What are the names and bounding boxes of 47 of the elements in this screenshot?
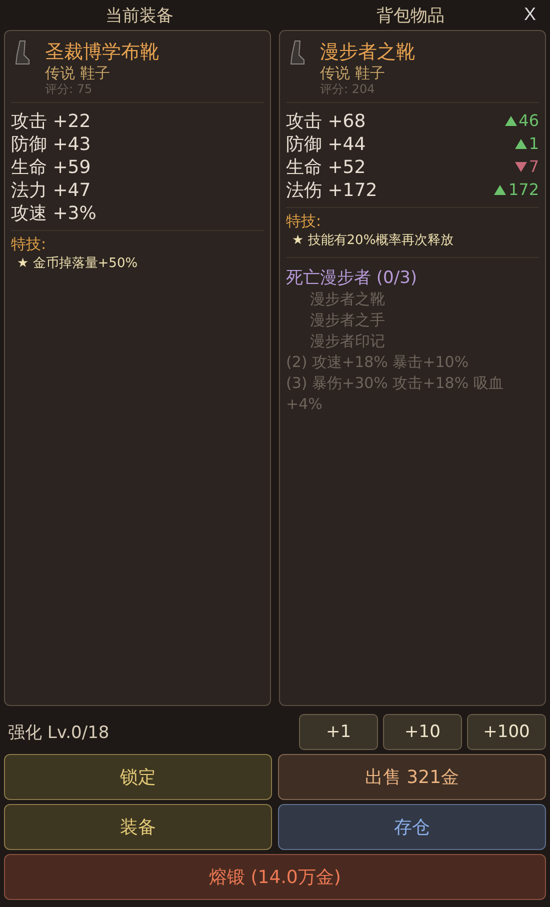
set-title: 死亡漫步者 (0/3) bbox=[286, 267, 418, 289]
stat-text: 攻击 +68 bbox=[286, 110, 366, 132]
panel-title: 背包物品 bbox=[376, 4, 444, 26]
skill-text: ★ 金币掉落量+50% bbox=[16, 255, 139, 272]
set-bonus: (2) 攻速+18% 暴击+10% bbox=[286, 352, 470, 373]
stat-text: 生命 +59 bbox=[11, 156, 91, 178]
stat-diff: 1 bbox=[514, 134, 539, 153]
down-triangle-icon bbox=[514, 162, 527, 172]
action-button[interactable]: 存仓 bbox=[278, 804, 546, 850]
stat-diff: 172 bbox=[494, 180, 539, 199]
skill-title: 特技: bbox=[11, 235, 48, 254]
action-button[interactable]: 装备 bbox=[4, 804, 272, 850]
boot-icon bbox=[13, 39, 31, 67]
stat-text: 攻速 +3% bbox=[11, 202, 96, 224]
skill-title: 特技: bbox=[286, 212, 322, 231]
enhance-level: 强化 Lv.0/18 bbox=[7, 722, 110, 744]
item-name: 圣裁博学布靴 bbox=[45, 40, 159, 65]
stat-text: 生命 +52 bbox=[286, 156, 366, 178]
boot-icon bbox=[288, 39, 306, 67]
up-triangle-icon bbox=[494, 184, 506, 194]
action-button[interactable]: 锁定 bbox=[4, 754, 272, 800]
item-name: 漫步者之靴 bbox=[320, 40, 415, 65]
skill-text: ★ 技能有20%概率再次释放 bbox=[291, 232, 455, 249]
enhance-step-button[interactable]: +1 bbox=[299, 714, 378, 750]
close-button[interactable]: X bbox=[520, 2, 540, 27]
item-type: 传说 鞋子 bbox=[320, 65, 386, 81]
item-score: 评分: 75 bbox=[45, 81, 94, 98]
stat-text: 防御 +43 bbox=[11, 132, 91, 156]
set-piece: 漫步者印记 bbox=[309, 331, 386, 352]
item-score: 评分: 204 bbox=[320, 81, 376, 98]
stat-diff: 46 bbox=[504, 111, 539, 130]
up-triangle-icon bbox=[514, 138, 527, 148]
action-button[interactable]: 熔锻 (14.0万金) bbox=[4, 854, 546, 900]
enhance-step-button[interactable]: +10 bbox=[383, 714, 462, 750]
item-type: 传说 鞋子 bbox=[45, 65, 111, 81]
stat-text: 法力 +47 bbox=[11, 178, 91, 202]
action-button[interactable]: 出售 321金 bbox=[278, 754, 546, 800]
stat-text: 法伤 +172 bbox=[286, 178, 378, 202]
set-piece: 漫步者之手 bbox=[309, 310, 386, 331]
stat-diff: 7 bbox=[514, 157, 539, 176]
up-triangle-icon bbox=[504, 116, 517, 126]
panel-title: 当前装备 bbox=[106, 4, 174, 26]
enhance-step-button[interactable]: +100 bbox=[467, 714, 546, 750]
set-piece: 漫步者之靴 bbox=[309, 289, 386, 310]
set-bonus: (3) 暴伤+30% 攻击+18% 吸血+4% bbox=[286, 373, 504, 415]
stat-text: 防御 +44 bbox=[286, 132, 366, 156]
stat-text: 攻击 +22 bbox=[11, 110, 91, 132]
